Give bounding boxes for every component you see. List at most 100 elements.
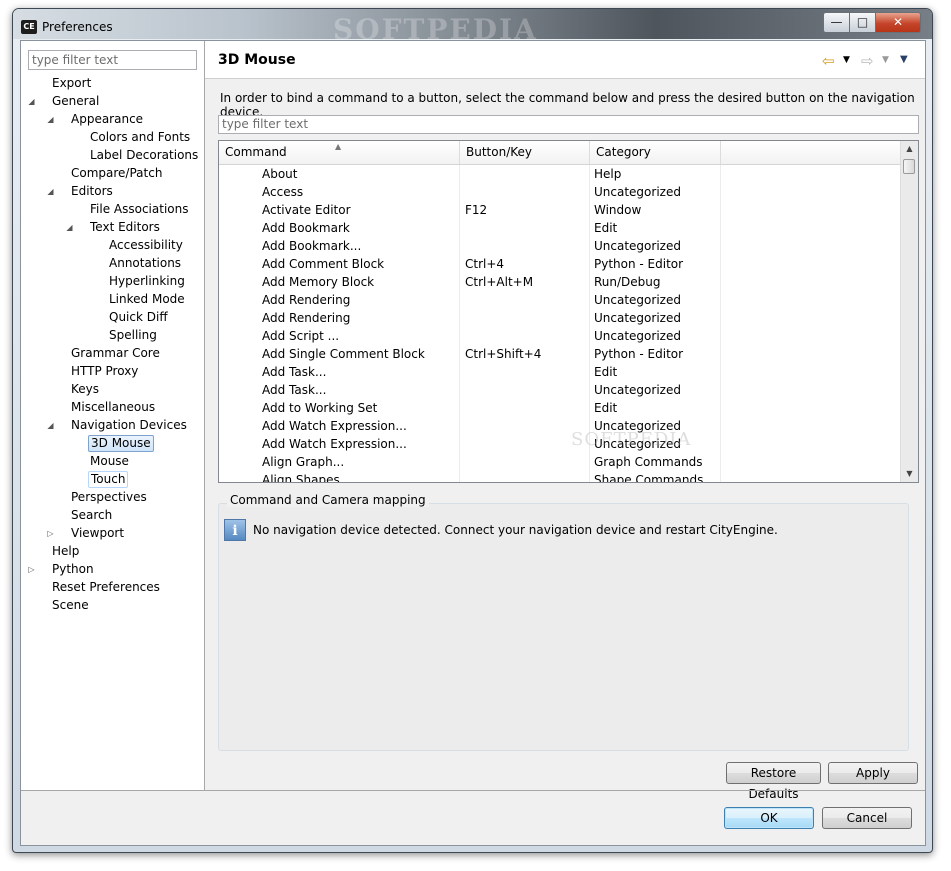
table-row[interactable]: Add Task... Edit xyxy=(219,363,901,381)
tree-item[interactable]: Label Decorations xyxy=(88,147,200,164)
table-row[interactable]: About Help xyxy=(219,165,901,183)
command-cell: Add Watch Expression... xyxy=(262,419,407,433)
category-cell: Uncategorized xyxy=(594,383,681,397)
scrollbar-thumb[interactable] xyxy=(903,159,915,174)
forward-arrow-icon[interactable]: ⇨ xyxy=(861,52,874,70)
command-cell: Add Bookmark xyxy=(262,221,350,235)
collapsed-arrow-icon[interactable]: ▷ xyxy=(46,525,55,542)
tree-item[interactable]: Spelling xyxy=(107,327,159,344)
view-menu-icon[interactable]: ▼ xyxy=(900,54,908,65)
scroll-down-icon[interactable]: ▼ xyxy=(901,466,918,482)
close-button[interactable]: ✕ xyxy=(875,12,921,33)
dropdown-icon[interactable]: ▼ xyxy=(882,55,889,65)
category-cell: Run/Debug xyxy=(594,275,661,289)
tree-item[interactable]: Linked Mode xyxy=(107,291,187,308)
tree-item-label: Help xyxy=(52,544,80,558)
category-cell: Python - Editor xyxy=(594,347,684,361)
table-row[interactable]: Align Graph... Graph Commands xyxy=(219,453,901,471)
table-row[interactable]: Add Watch Expression... Uncategorized xyxy=(219,417,901,435)
table-row[interactable]: Add Memory Block Ctrl+Alt+M Run/Debug xyxy=(219,273,901,291)
tree-item[interactable]: Annotations xyxy=(107,255,183,272)
tree-item[interactable]: 3D Mouse xyxy=(88,435,154,452)
table-row[interactable]: Add Comment Block Ctrl+4 Python - Editor xyxy=(219,255,901,273)
table-row[interactable]: Add Bookmark Edit xyxy=(219,219,901,237)
tree-item[interactable]: HTTP Proxy xyxy=(69,363,140,380)
command-table[interactable]: Command ▲ Button/Key Category About Help A… xyxy=(218,140,919,483)
tree-item[interactable]: General xyxy=(50,93,101,110)
expanded-arrow-icon[interactable]: ◢ xyxy=(46,183,55,200)
tree-item[interactable]: Miscellaneous xyxy=(69,399,157,416)
column-header-button-key[interactable]: Button/Key xyxy=(460,141,590,164)
cancel-button[interactable]: Cancel xyxy=(822,807,912,829)
tree-item[interactable]: Search xyxy=(69,507,114,524)
tree-item[interactable]: Accessibility xyxy=(107,237,185,254)
column-header-category[interactable]: Category xyxy=(590,141,721,164)
command-cell: Add Watch Expression... xyxy=(262,437,407,451)
tree-item[interactable]: Viewport xyxy=(69,525,126,542)
command-filter-input[interactable]: type filter text xyxy=(218,115,919,134)
tree-item[interactable]: Colors and Fonts xyxy=(88,129,192,146)
tree-item[interactable]: Touch xyxy=(88,471,129,488)
maximize-button[interactable]: □ xyxy=(849,12,876,33)
tree-item[interactable]: Scene xyxy=(50,597,91,614)
table-row[interactable]: Activate Editor F12 Window xyxy=(219,201,901,219)
expanded-arrow-icon[interactable]: ◢ xyxy=(46,111,55,128)
command-cell: Access xyxy=(262,185,304,199)
restore-defaults-button[interactable]: Restore Defaults xyxy=(726,762,821,801)
table-scrollbar[interactable]: ▲ ▼ xyxy=(900,141,918,482)
tree-item[interactable]: Keys xyxy=(69,381,101,398)
tree-item[interactable]: Editors xyxy=(69,183,115,200)
table-row[interactable]: Add Script ... Uncategorized xyxy=(219,327,901,345)
collapsed-arrow-icon[interactable]: ▷ xyxy=(27,561,36,578)
scroll-up-icon[interactable]: ▲ xyxy=(901,141,918,157)
page-title: 3D Mouse xyxy=(218,52,296,68)
tree-item-label: Python xyxy=(52,562,94,576)
softpedia-watermark: SOFTPEDIA xyxy=(571,429,692,450)
tree-item[interactable]: File Associations xyxy=(88,201,190,218)
table-row[interactable]: Add to Working Set Edit xyxy=(219,399,901,417)
category-cell: Help xyxy=(594,167,622,181)
table-row[interactable]: Align Shapes Shape Commands xyxy=(219,471,901,482)
category-cell: Uncategorized xyxy=(594,239,681,253)
ok-button[interactable]: OK xyxy=(724,807,814,829)
table-row[interactable]: Add Rendering Uncategorized xyxy=(219,291,901,309)
category-cell: Uncategorized xyxy=(594,329,681,343)
expanded-arrow-icon[interactable]: ◢ xyxy=(46,417,55,434)
expanded-arrow-icon[interactable]: ◢ xyxy=(65,219,74,236)
category-cell: Graph Commands xyxy=(594,455,703,469)
tree-item[interactable]: Quick Diff xyxy=(107,309,170,326)
info-message: No navigation device detected. Connect y… xyxy=(253,523,778,537)
column-header-command[interactable]: Command ▲ xyxy=(219,141,460,164)
table-row[interactable]: Add Single Comment Block Ctrl+Shift+4 Pyth… xyxy=(219,345,901,363)
tree-item[interactable]: Export xyxy=(50,75,93,92)
tree-item[interactable]: Text Editors xyxy=(88,219,162,236)
command-cell: Add Script ... xyxy=(262,329,340,343)
tree-item-label: Navigation Devices xyxy=(71,418,187,432)
table-row[interactable]: Add Rendering Uncategorized xyxy=(219,309,901,327)
table-row[interactable]: Add Task... Uncategorized xyxy=(219,381,901,399)
tree-filter-input[interactable]: type filter text xyxy=(28,50,197,70)
tree-item[interactable]: Perspectives xyxy=(69,489,149,506)
tree-item[interactable]: Mouse xyxy=(88,453,131,470)
column-label: Button/Key xyxy=(466,145,532,159)
preferences-window: CE Preferences SOFTPEDIA — □ ✕ type filt… xyxy=(12,8,933,853)
dropdown-icon[interactable]: ▼ xyxy=(843,55,850,65)
back-arrow-icon[interactable]: ⇦ xyxy=(822,52,835,70)
expanded-arrow-icon[interactable]: ◢ xyxy=(27,93,36,110)
apply-button[interactable]: Apply xyxy=(828,762,918,784)
category-cell: Uncategorized xyxy=(594,293,681,307)
tree-item[interactable]: Help xyxy=(50,543,81,560)
tree-item[interactable]: Appearance xyxy=(69,111,145,128)
tree-item[interactable]: Grammar Core xyxy=(69,345,162,362)
table-row[interactable]: Add Bookmark... Uncategorized xyxy=(219,237,901,255)
title-bar[interactable]: CE Preferences SOFTPEDIA — □ ✕ xyxy=(13,9,932,46)
minimize-button[interactable]: — xyxy=(823,12,850,33)
tree-item[interactable]: Python xyxy=(50,561,96,578)
tree-item[interactable]: Hyperlinking xyxy=(107,273,187,290)
table-row[interactable]: Access Uncategorized xyxy=(219,183,901,201)
tree-item[interactable]: Compare/Patch xyxy=(69,165,164,182)
tree-item[interactable]: Reset Preferences xyxy=(50,579,162,596)
command-cell: Align Shapes xyxy=(262,473,340,482)
tree-item[interactable]: Navigation Devices xyxy=(69,417,189,434)
table-row[interactable]: Add Watch Expression... Uncategorized xyxy=(219,435,901,453)
